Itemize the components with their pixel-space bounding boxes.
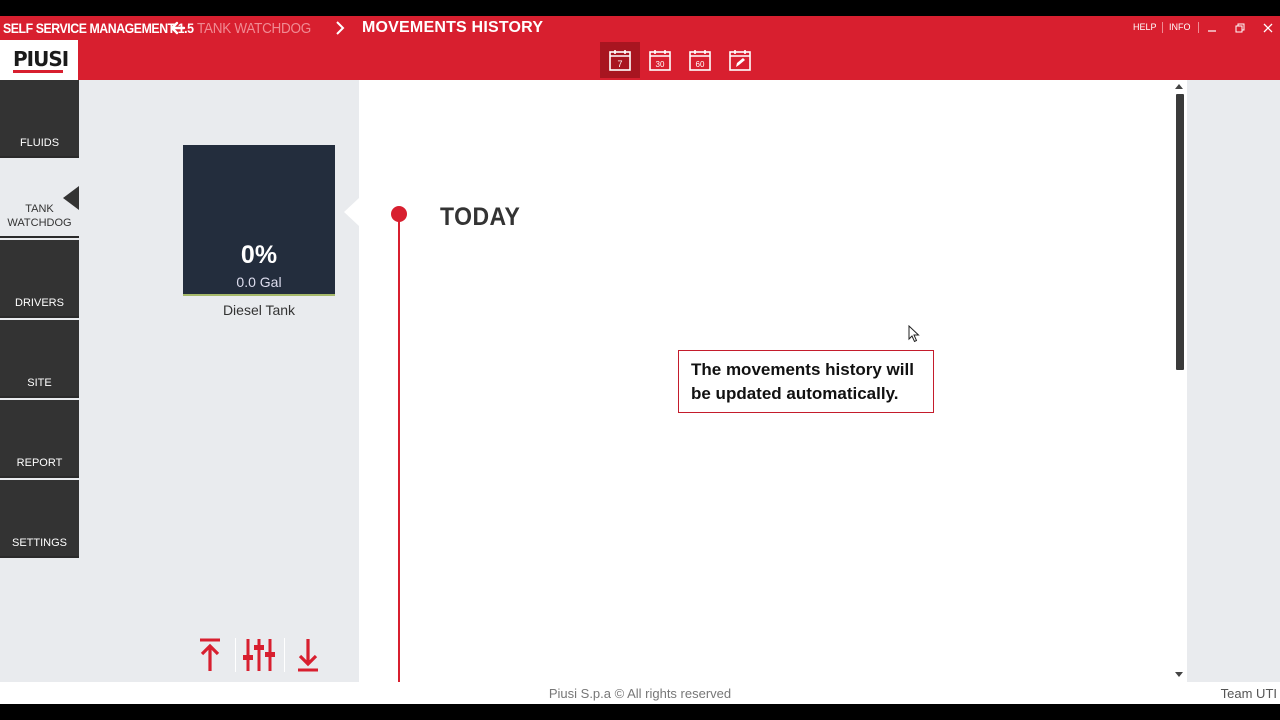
timeline-heading: TODAY xyxy=(440,203,521,231)
app-window: SELF SERVICE MANAGEMENT 1.5 TANK WATCHDO… xyxy=(0,16,1280,704)
logo-underline xyxy=(13,70,63,73)
adjust-button[interactable] xyxy=(239,634,279,676)
calendar-60-days-button[interactable]: 60 xyxy=(680,42,720,78)
sidebar-item-label: SETTINGS xyxy=(11,537,67,549)
divider xyxy=(1162,22,1163,33)
sidebar-item-site[interactable]: SITE xyxy=(0,320,79,398)
info-button[interactable]: INFO xyxy=(1169,22,1191,32)
calendar-label: 30 xyxy=(656,60,665,69)
piusi-logo: PIUSI xyxy=(0,40,78,80)
info-notice: The movements history will be updated au… xyxy=(678,350,934,413)
divider xyxy=(284,638,285,672)
divider xyxy=(1198,22,1199,33)
calendar-30-days-button[interactable]: 30 xyxy=(640,42,680,78)
mouse-cursor-icon xyxy=(908,325,920,343)
team-label: Team UTI xyxy=(1220,686,1277,701)
close-icon[interactable] xyxy=(1261,21,1275,35)
breadcrumb-tank-watchdog[interactable]: TANK WATCHDOG xyxy=(197,20,311,37)
toolbar: 7 30 60 xyxy=(0,40,1280,80)
tank-level-percent: 0% xyxy=(240,241,278,269)
calendar-icon: 7 xyxy=(609,50,631,71)
logo-text: PIUSI xyxy=(13,47,69,71)
arrow-down-bar-icon xyxy=(298,639,318,672)
calendar-icon: 60 xyxy=(689,50,711,71)
tank-level-indicator xyxy=(183,294,335,296)
title-bar: SELF SERVICE MANAGEMENT 1.5 TANK WATCHDO… xyxy=(0,16,1280,40)
copyright-text: Piusi S.p.a © All rights reserved xyxy=(548,686,732,701)
sidebar-item-label: DRIVERS xyxy=(15,297,64,309)
tank-actions xyxy=(190,634,330,676)
timeline-line xyxy=(398,214,400,682)
sidebar-item-label: FLUIDS xyxy=(19,137,60,149)
sidebar-item-label: SITE xyxy=(27,377,52,389)
sidebar-item-settings[interactable]: SETTINGS xyxy=(0,480,79,558)
download-button[interactable] xyxy=(288,634,328,676)
calendar-icon: 30 xyxy=(649,50,671,71)
page-title: MOVEMENTS HISTORY xyxy=(362,19,544,36)
scroll-up-arrow-icon[interactable] xyxy=(1175,84,1183,89)
sidebar-item-label: REPORT xyxy=(16,457,63,469)
tank-tile-diesel[interactable]: 0% 0.0 Gal xyxy=(183,145,335,296)
sidebar-item-fluids[interactable]: FLUIDS xyxy=(0,80,79,158)
divider xyxy=(235,638,236,672)
active-item-indicator xyxy=(63,186,79,210)
tank-volume: 0.0 Gal xyxy=(236,274,282,290)
selected-tank-pointer xyxy=(344,198,359,226)
help-button[interactable]: HELP xyxy=(1133,22,1157,32)
timeline-dot xyxy=(391,206,407,222)
arrow-up-bar-icon xyxy=(200,638,220,671)
sidebar-item-report[interactable]: REPORT xyxy=(0,400,79,478)
notice-line-1: The movements history will xyxy=(691,360,914,379)
chevron-right-icon xyxy=(336,21,345,35)
sliders-icon xyxy=(243,639,275,671)
calendar-label: 60 xyxy=(696,60,705,69)
calendar-edit-icon xyxy=(729,50,751,71)
vertical-scrollbar[interactable] xyxy=(1173,80,1187,682)
scroll-down-arrow-icon[interactable] xyxy=(1175,672,1183,677)
minimize-icon[interactable] xyxy=(1205,21,1219,35)
footer: Piusi S.p.a © All rights reserved Team U… xyxy=(0,682,1280,704)
back-arrow-icon[interactable] xyxy=(169,19,187,37)
calendar-7-days-button[interactable]: 7 xyxy=(600,42,640,78)
app-name: SELF SERVICE MANAGEMENT 1.5 xyxy=(3,20,194,36)
scrollbar-thumb[interactable] xyxy=(1176,94,1184,370)
upload-button[interactable] xyxy=(190,634,230,676)
restore-icon[interactable] xyxy=(1233,21,1247,35)
calendar-label: 7 xyxy=(617,59,622,69)
tank-name: Diesel Tank xyxy=(222,302,296,318)
calendar-custom-range-button[interactable] xyxy=(720,42,760,78)
sidebar: FLUIDS TANK WATCHDOG DRIVERS SITE REPORT… xyxy=(0,80,79,558)
sidebar-item-drivers[interactable]: DRIVERS xyxy=(0,240,79,318)
notice-line-2: be updated automatically. xyxy=(691,384,899,403)
